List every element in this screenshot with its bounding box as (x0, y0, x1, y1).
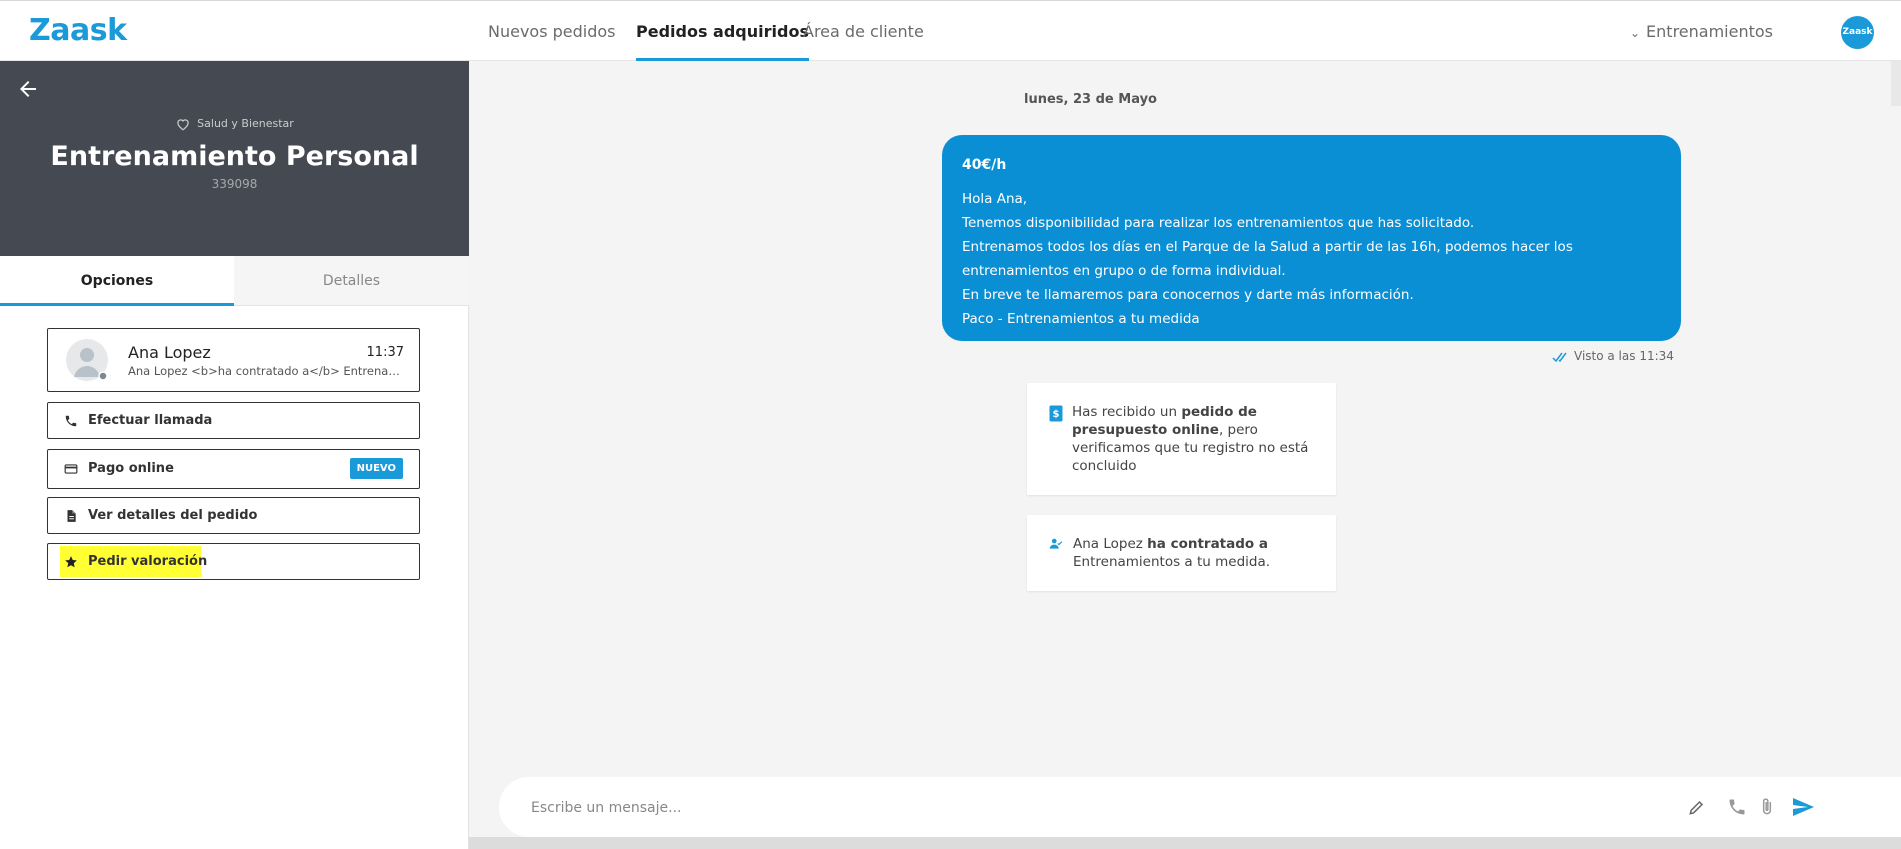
document-icon (67, 510, 76, 522)
message-bubble: 40€/h Hola Ana, Tenemos disponibilidad p… (942, 135, 1681, 341)
order-id: 339098 (211, 177, 258, 191)
service-title: Entrenamiento Personal (50, 141, 419, 172)
contact-name: Ana Lopez (128, 343, 211, 362)
card-icon (64, 464, 78, 474)
contact-time: 11:37 (366, 345, 404, 360)
default-avatar-icon (66, 339, 108, 381)
seen-status: Visto a las 11:34 (1552, 349, 1674, 363)
nav-tab-nuevos-pedidos[interactable]: Nuevos pedidos (488, 1, 616, 61)
heart-icon (177, 119, 189, 131)
message-line: Hola Ana, (962, 191, 1028, 207)
message-line: Tenemos disponibilidad para realizar los… (962, 215, 1475, 231)
order-details-label: Ver detalles del pedido (88, 508, 258, 523)
phone-icon (65, 415, 77, 427)
online-payment-label: Pago online (88, 461, 174, 476)
send-icon[interactable] (1791, 795, 1815, 819)
brand-logo[interactable]: Zaask (29, 13, 127, 48)
paperclip-icon[interactable] (1757, 797, 1777, 817)
back-arrow-icon[interactable] (16, 77, 40, 101)
account-menu[interactable]: ⌄ Entrenamientos (1630, 1, 1773, 62)
message-line: Entrenamos todos los días en el Parque d… (962, 239, 1573, 279)
tab-opciones[interactable]: Opciones (0, 256, 234, 306)
category-label: Salud y Bienestar (197, 117, 294, 130)
notice1-pre: Has recibido un (1072, 404, 1182, 420)
top-header: Zaask Nuevos pedidos Pedidos adquiridos … (0, 0, 1901, 61)
notice-card-quote: $ Has recibido un pedido de presupuesto … (1027, 383, 1336, 495)
pen-icon[interactable] (1687, 797, 1707, 817)
bottom-strip (469, 837, 1901, 849)
order-sidebar: Salud y Bienestar Entrenamiento Personal… (0, 61, 469, 849)
account-label: Entrenamientos (1646, 22, 1773, 41)
star-icon (65, 556, 77, 568)
message-line: En breve te llamaremos para conocernos y… (962, 287, 1414, 303)
sidebar-tabs: Opciones Detalles (0, 256, 469, 306)
contact-card[interactable]: Ana Lopez 11:37 Ana Lopez <b>ha contrata… (47, 328, 420, 392)
online-payment-button[interactable]: Pago online NUEVO (47, 449, 420, 489)
message-input[interactable] (529, 777, 1683, 839)
chat-panel: lunes, 23 de Mayo 40€/h Hola Ana, Tenemo… (469, 61, 1901, 849)
notice-card-hired: Ana Lopez ha contratado a Entrenamientos… (1027, 515, 1336, 591)
double-check-icon (1552, 352, 1567, 362)
quote-document-icon: $ (1049, 405, 1063, 422)
seen-text: Visto a las 11:34 (1574, 349, 1674, 363)
user-avatar[interactable]: Zaask (1841, 16, 1874, 49)
request-rating-label: Pedir valoración (88, 554, 208, 569)
order-details-button[interactable]: Ver detalles del pedido (47, 497, 420, 534)
user-check-icon (1049, 538, 1063, 549)
notice2-bold: ha contratado a (1147, 536, 1268, 552)
order-header: Salud y Bienestar Entrenamiento Personal… (0, 61, 469, 256)
message-line: Paco - Entrenamientos a tu medida (962, 311, 1200, 327)
nav-tab-pedidos-adquiridos[interactable]: Pedidos adquiridos (636, 1, 809, 61)
notice2-pre: Ana Lopez (1073, 536, 1148, 552)
call-button-label: Efectuar llamada (88, 413, 213, 428)
notice2-post: Entrenamientos a tu medida. (1073, 554, 1271, 570)
order-category: Salud y Bienestar (0, 117, 469, 131)
contact-preview: Ana Lopez <b>ha contratado a</b> Entrena… (128, 364, 403, 378)
svg-text:$: $ (1053, 409, 1060, 420)
date-separator: lunes, 23 de Mayo (1024, 92, 1157, 107)
call-button[interactable]: Efectuar llamada (47, 402, 420, 439)
request-rating-button[interactable]: Pedir valoración (47, 543, 420, 580)
nav-tab-area-cliente[interactable]: Área de cliente (803, 1, 924, 61)
new-badge: NUEVO (349, 458, 403, 479)
phone-call-icon[interactable] (1727, 797, 1747, 817)
message-composer (499, 777, 1901, 839)
message-price: 40€/h (962, 157, 1007, 173)
scrollbar[interactable] (1891, 61, 1901, 106)
tab-detalles[interactable]: Detalles (234, 256, 469, 306)
chevron-down-icon: ⌄ (1629, 26, 1641, 40)
